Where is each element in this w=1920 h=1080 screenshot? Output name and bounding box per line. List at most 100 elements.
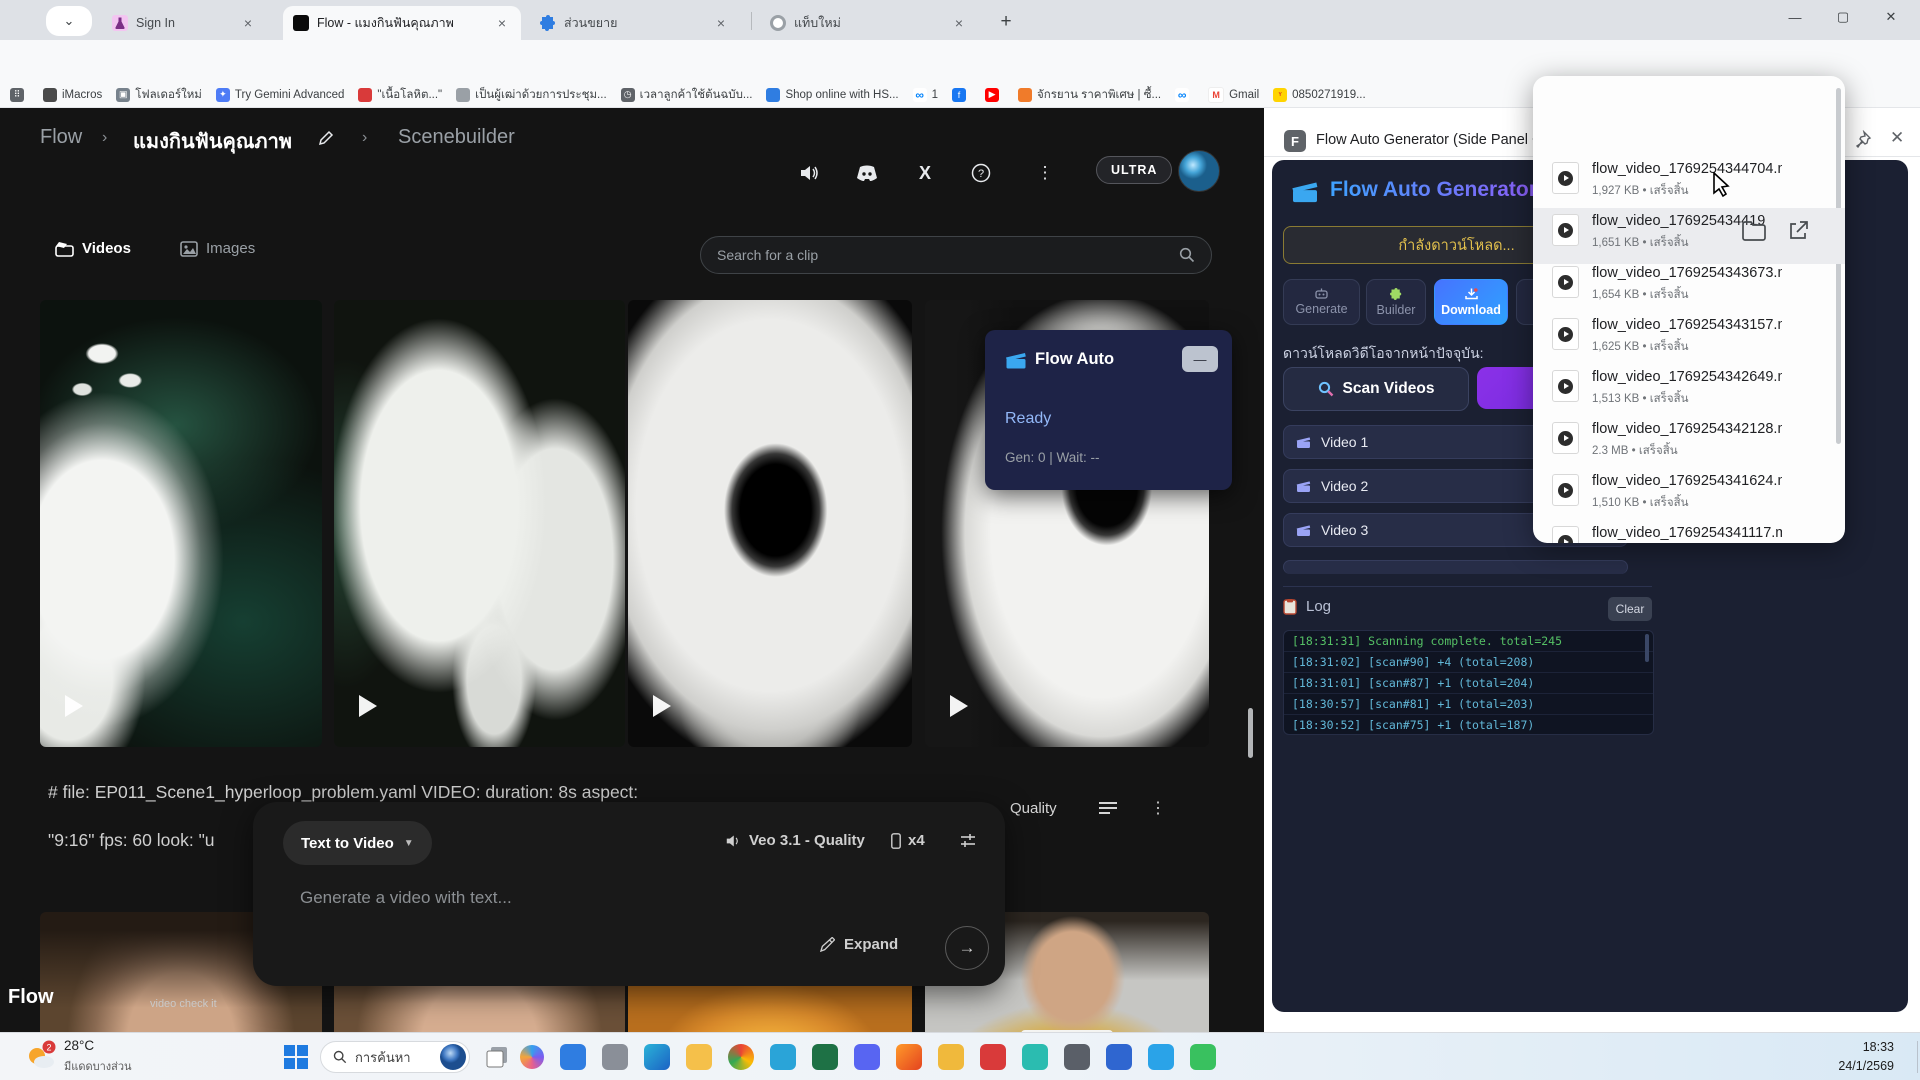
user-avatar[interactable] — [1178, 150, 1220, 192]
pin-icon[interactable] — [1854, 130, 1872, 148]
bookmark-item[interactable]: iMacros — [43, 88, 102, 102]
weather-widget[interactable]: 2 — [24, 1040, 58, 1072]
tab-close-icon[interactable]: × — [950, 14, 968, 32]
output-count[interactable]: x4 — [891, 832, 925, 849]
list-icon[interactable] — [1098, 800, 1118, 816]
breadcrumb-section[interactable]: Scenebuilder — [398, 126, 515, 149]
firefox-icon[interactable] — [896, 1044, 922, 1070]
tab-search-button[interactable]: ⌄ — [46, 6, 92, 36]
bookmark-item[interactable]: ∞1 — [913, 88, 938, 102]
tab-close-icon[interactable]: × — [712, 14, 730, 32]
download-item[interactable]: flow_video_1769254342128.mp42.3 MB • เสร… — [1533, 416, 1845, 468]
play-icon[interactable] — [950, 695, 968, 717]
settings-sliders-icon[interactable] — [959, 832, 977, 850]
bookmark-item[interactable]: ✦Try Gemini Advanced — [216, 88, 345, 102]
page-scrollbar[interactable] — [1248, 708, 1253, 758]
video-thumbnail-3[interactable] — [628, 300, 912, 747]
scan-videos-button[interactable]: Scan Videos — [1283, 367, 1469, 411]
edge-icon[interactable] — [644, 1044, 670, 1070]
bookmark-item[interactable]: ◷เวลาลูกค้าใช้ต้นฉบับ... — [621, 86, 753, 104]
bookmark-item[interactable]: ∞ — [1175, 88, 1194, 102]
settings-icon[interactable] — [1064, 1044, 1090, 1070]
task-view-button[interactable] — [486, 1046, 508, 1068]
tab-videos[interactable]: Videos — [55, 240, 131, 257]
show-in-folder-icon[interactable] — [1742, 221, 1766, 241]
log-scrollbar[interactable] — [1645, 634, 1649, 662]
excel-icon[interactable] — [812, 1044, 838, 1070]
media-orb-icon[interactable] — [770, 1044, 796, 1070]
discord-icon[interactable] — [854, 160, 880, 186]
tab-download[interactable]: Download — [1434, 279, 1508, 325]
new-tab-button[interactable]: + — [992, 8, 1020, 36]
tab-close-icon[interactable]: × — [493, 14, 511, 32]
help-icon[interactable]: ? — [968, 160, 994, 186]
edit-pencil-icon[interactable] — [318, 130, 334, 146]
generate-submit-button[interactable]: → — [945, 926, 989, 970]
model-selector[interactable]: Veo 3.1 - Quality — [725, 832, 865, 849]
tab-generate[interactable]: Generate — [1283, 279, 1360, 325]
red-app-icon[interactable] — [980, 1044, 1006, 1070]
tab-close-icon[interactable]: × — [239, 14, 257, 32]
chrome-canary-icon[interactable] — [938, 1044, 964, 1070]
bookmark-item[interactable]: Shop online with HS... — [766, 88, 898, 102]
chrome-icon[interactable] — [728, 1044, 754, 1070]
task-window-icon[interactable] — [602, 1044, 628, 1070]
taskbar-search[interactable]: การค้นหา — [320, 1041, 470, 1073]
teal-app-icon[interactable] — [1022, 1044, 1048, 1070]
clip-search-input[interactable]: Search for a clip — [700, 236, 1212, 274]
play-icon[interactable] — [359, 695, 377, 717]
tab-new-tab[interactable]: แท็บใหม่ × — [760, 6, 978, 40]
bookmark-item[interactable]: จักรยาน ราคาพิเศษ | ซื้... — [1018, 86, 1161, 104]
window-close-button[interactable]: ✕ — [1868, 0, 1914, 34]
tab-extensions[interactable]: ส่วนขยาย × — [530, 6, 740, 40]
photos-icon[interactable] — [560, 1044, 586, 1070]
file-explorer-icon[interactable] — [686, 1044, 712, 1070]
clear-log-button[interactable]: Clear — [1608, 597, 1652, 621]
bookmark-item[interactable]: f — [952, 88, 971, 102]
download-item[interactable]: flow_video_1769254343157.mp41,625 KB • เ… — [1533, 312, 1845, 364]
discord-icon[interactable] — [854, 1044, 880, 1070]
tab-builder[interactable]: Builder — [1366, 279, 1426, 325]
sound-icon[interactable] — [796, 160, 822, 186]
prompt-input[interactable]: Generate a video with text... — [300, 888, 512, 908]
download-item[interactable]: flow_video_1769254341624.mp41,510 KB • เ… — [1533, 468, 1845, 520]
bookmark-item[interactable]: "เนื้อโลหิต..." — [358, 86, 442, 104]
download-item[interactable]: flow_video_1769254343673.mp41,654 KB • เ… — [1533, 260, 1845, 312]
options-dots-icon[interactable]: ⋮ — [1150, 798, 1166, 818]
bookmark-item[interactable]: ⠿ — [10, 88, 29, 102]
vscode-icon[interactable] — [1148, 1044, 1174, 1070]
bookmark-item[interactable]: MGmail — [1208, 87, 1259, 103]
window-minimize-button[interactable]: — — [1772, 0, 1818, 34]
video-row-partial[interactable] — [1283, 560, 1628, 574]
popup-minimize-button[interactable]: — — [1182, 346, 1218, 372]
start-button[interactable] — [284, 1045, 308, 1069]
open-in-new-icon[interactable] — [1788, 221, 1808, 241]
side-panel-close-icon[interactable]: ✕ — [1890, 128, 1904, 148]
bookmark-item[interactable]: Y0850271919... — [1273, 88, 1366, 102]
line-icon[interactable] — [1190, 1044, 1216, 1070]
x-twitter-icon[interactable]: X — [912, 160, 938, 186]
bookmark-item[interactable]: ▣โฟลเดอร์ใหม่ — [116, 86, 202, 104]
download-item[interactable]: flow_video_1769254344704.mp41,927 KB • เ… — [1533, 156, 1845, 208]
download-item[interactable]: flow_video_1769254342649.mp41,513 KB • เ… — [1533, 364, 1845, 416]
download-item[interactable]: flow_video_1769254344191,651 KB • เสร็จส… — [1533, 208, 1845, 264]
tab-sign-in[interactable]: Sign In × — [102, 6, 267, 40]
breadcrumb-project[interactable]: แมงกินฟันคุณภาพ — [133, 125, 292, 157]
taskbar-clock[interactable]: 18:33 24/1/2569 — [1838, 1038, 1894, 1076]
download-item[interactable]: flow_video_1769254341117.mp41,193 KB • เ… — [1533, 520, 1845, 543]
window-maximize-button[interactable]: ▢ — [1820, 0, 1866, 34]
bookmark-item[interactable]: ▶ — [985, 88, 1004, 102]
play-icon[interactable] — [65, 695, 83, 717]
expand-button[interactable]: Expand — [820, 936, 898, 953]
tab-flow[interactable]: Flow - แมงกินฟันคุณภาพ × — [283, 6, 521, 40]
breadcrumb-app[interactable]: Flow — [40, 126, 82, 149]
mode-selector[interactable]: Text to Video ▼ — [283, 821, 432, 865]
video-thumbnail-1[interactable] — [40, 300, 322, 747]
play-icon[interactable] — [653, 695, 671, 717]
video-thumbnail-2[interactable] — [334, 300, 625, 747]
blue-app-icon[interactable] — [1106, 1044, 1132, 1070]
tab-images[interactable]: Images — [180, 240, 255, 257]
bookmark-item[interactable]: เป็นผู้เฒ่าด้วยการประชุม... — [456, 86, 607, 104]
copilot-button[interactable] — [520, 1045, 544, 1069]
more-menu-icon[interactable]: ⋮ — [1032, 160, 1058, 186]
